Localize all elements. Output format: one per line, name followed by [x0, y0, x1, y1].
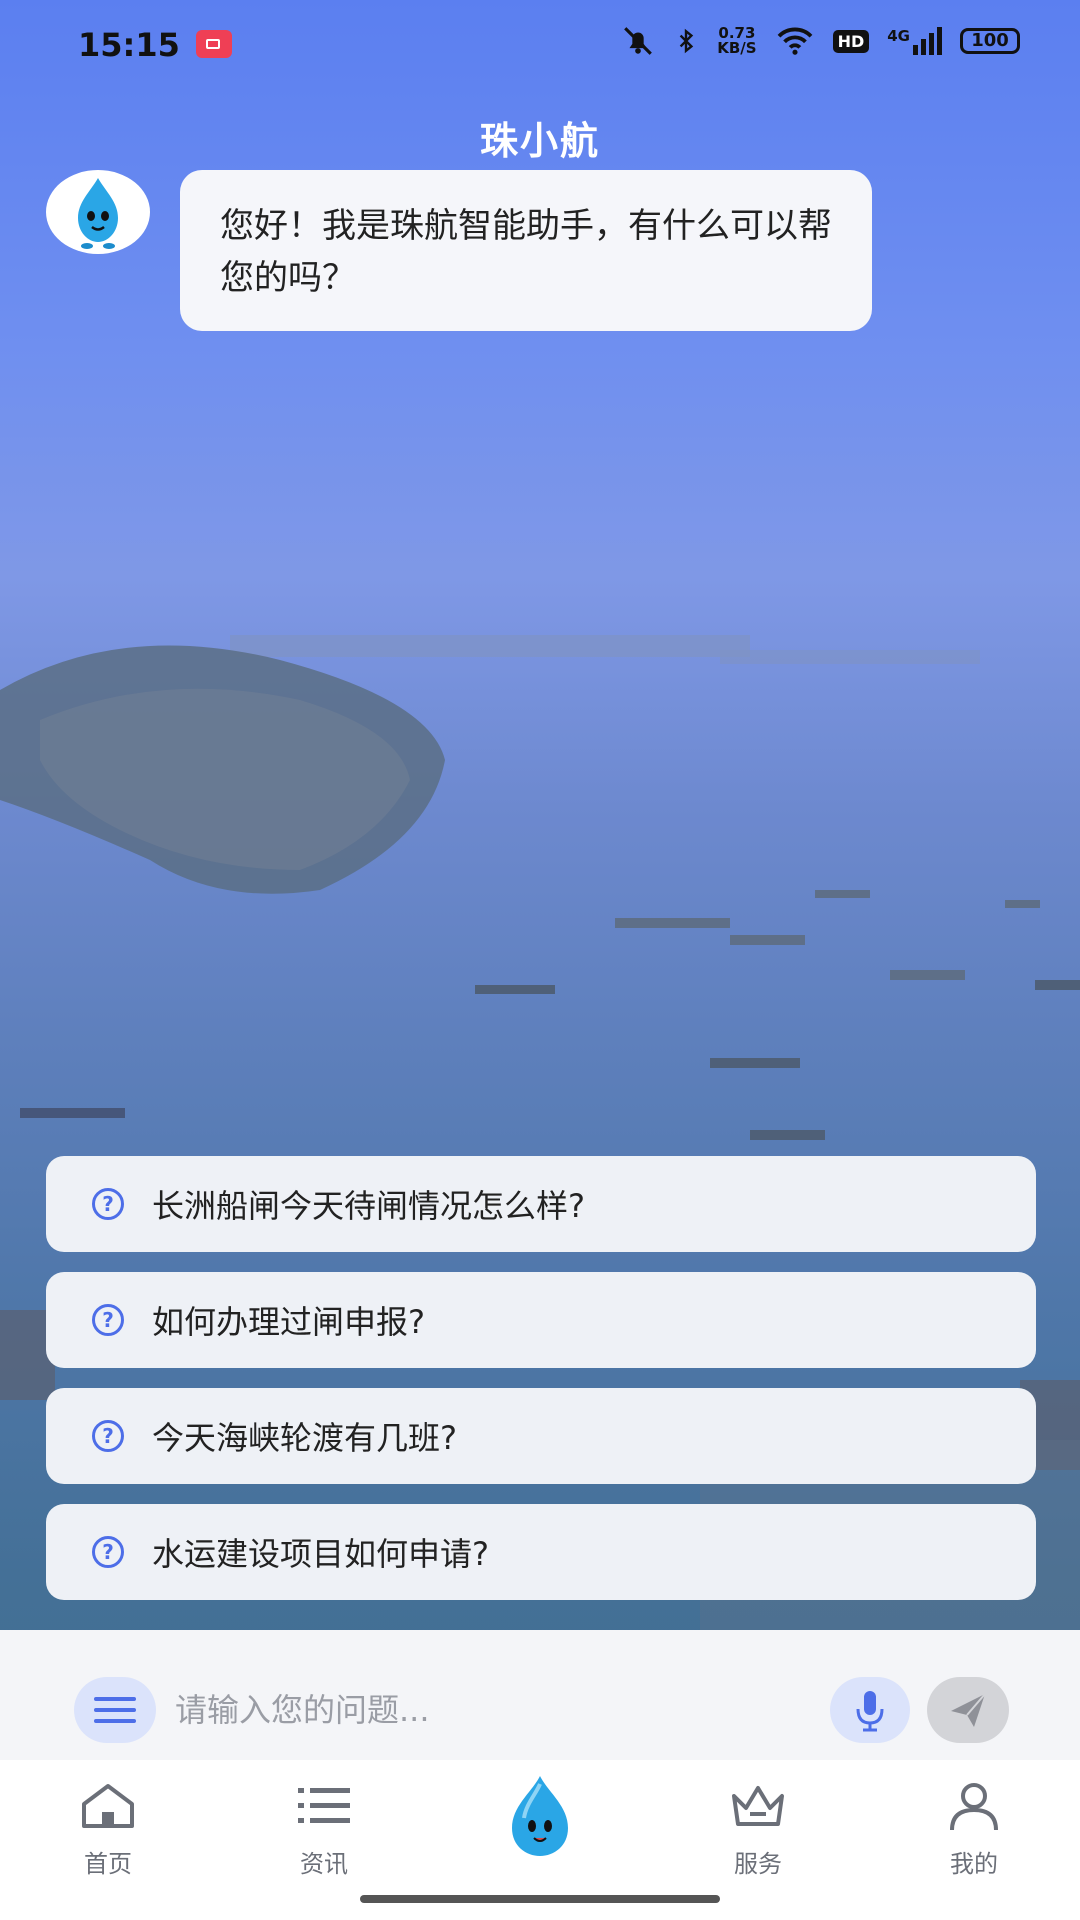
question-input[interactable]: 请输入您的问题... [175, 1680, 795, 1740]
status-bar: 15:15 0.73 KB/S HD 4G 100 [0, 0, 1080, 90]
battery-icon: 100 [960, 28, 1020, 54]
network-speed: 0.73 KB/S [717, 24, 757, 57]
home-indicator[interactable] [360, 1895, 720, 1903]
page-title: 珠小航 [479, 119, 600, 163]
tab-assistant[interactable] [470, 1772, 610, 1874]
menu-icon [94, 1697, 136, 1701]
assistant-message-bubble: 您好！我是珠航智能助手，有什么可以帮您的吗？ [180, 170, 872, 331]
send-plane-icon [951, 1693, 986, 1727]
mascot-icon [512, 1776, 568, 1856]
wifi-icon [777, 27, 812, 55]
tab-label: 首页 [84, 1850, 132, 1878]
tab-label: 我的 [950, 1850, 998, 1878]
suggestion-item[interactable]: ? 今天海峡轮渡有几班? [46, 1388, 1036, 1484]
suggestion-text: 今天海峡轮渡有几班? [152, 1419, 457, 1457]
tab-services[interactable]: 服务 [688, 1780, 828, 1879]
suggestion-item[interactable]: ? 如何办理过闸申报? [46, 1272, 1036, 1368]
tab-label: 服务 [734, 1850, 782, 1878]
hd-icon: HD [832, 29, 870, 53]
question-circle-icon: ? [92, 1304, 124, 1336]
mute-icon [624, 27, 653, 55]
bluetooth-icon [679, 28, 694, 54]
tab-label: 资讯 [300, 1850, 348, 1878]
water-drop-mascot-icon [78, 178, 118, 249]
chat-input-bar: 请输入您的问题... [0, 1630, 1080, 1760]
status-time: 15:15 [78, 26, 180, 64]
tab-news[interactable]: 资讯 [254, 1780, 394, 1879]
suggestion-item[interactable]: ? 长洲船闸今天待闸情况怎么样? [46, 1156, 1036, 1252]
cellular-signal-icon: 4G [887, 27, 942, 55]
list-icon [298, 1788, 350, 1823]
assistant-avatar [46, 170, 150, 254]
suggestion-text: 长洲船闸今天待闸情况怎么样? [152, 1187, 585, 1225]
app-screen: 15:15 0.73 KB/S HD 4G 100 珠小航 您好！我是珠航智能助… [0, 0, 1080, 1920]
question-circle-icon: ? [92, 1188, 124, 1220]
send-button[interactable] [927, 1677, 1009, 1743]
suggestion-item[interactable]: ? 水运建设项目如何申请? [46, 1504, 1036, 1600]
menu-button[interactable] [74, 1677, 156, 1743]
question-circle-icon: ? [92, 1420, 124, 1452]
voice-input-button[interactable] [830, 1677, 910, 1743]
suggestion-text: 如何办理过闸申报? [152, 1303, 425, 1341]
menu-icon-line [94, 1708, 136, 1712]
microphone-icon [856, 1691, 884, 1732]
tab-profile[interactable]: 我的 [904, 1780, 1044, 1879]
suggestion-text: 水运建设项目如何申请? [152, 1535, 489, 1573]
screen-record-icon [196, 30, 232, 58]
user-icon [950, 1783, 998, 1831]
menu-icon-line [94, 1719, 136, 1723]
question-circle-icon: ? [92, 1536, 124, 1568]
tab-home[interactable]: 首页 [38, 1780, 178, 1879]
home-icon [82, 1784, 134, 1828]
crown-icon [732, 1786, 784, 1826]
